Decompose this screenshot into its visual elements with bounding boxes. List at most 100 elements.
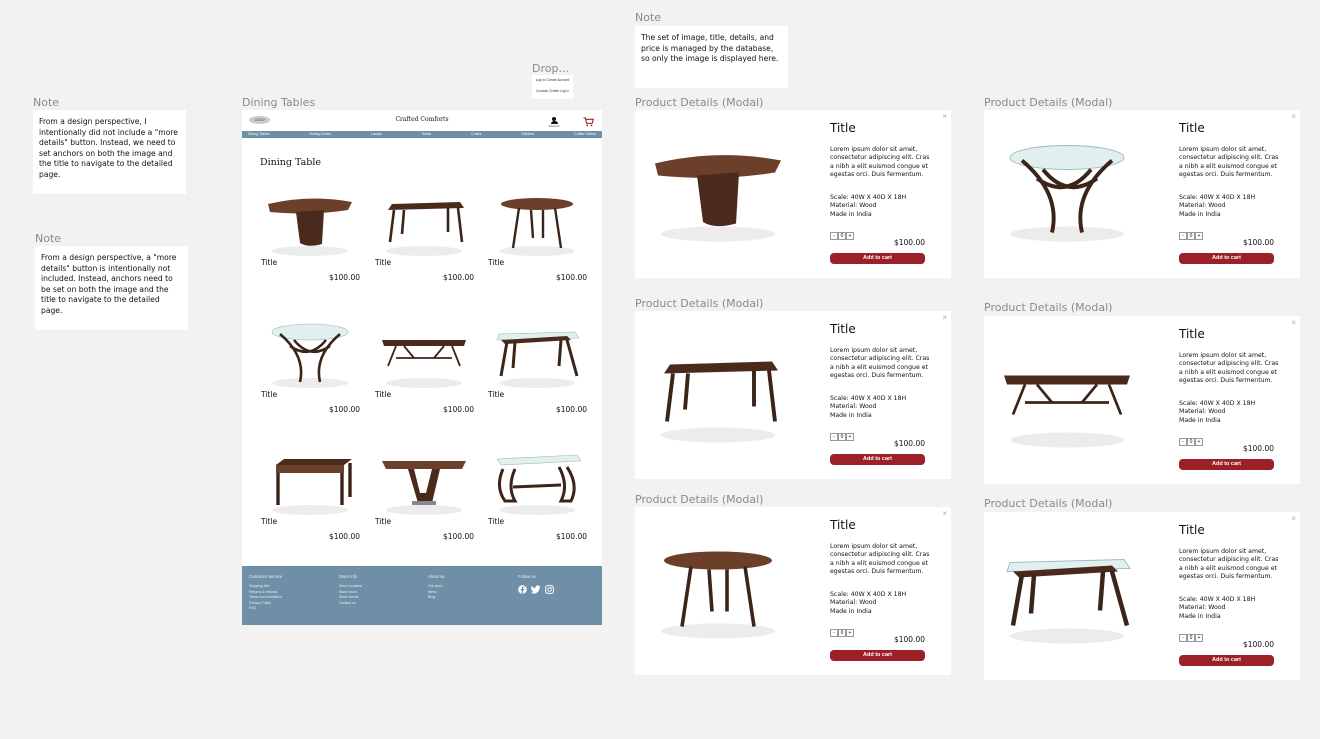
account-button[interactable]: Account — [547, 117, 561, 128]
glass-angled-table-image[interactable] — [992, 524, 1142, 664]
add-to-cart-button[interactable]: Add to cart — [1179, 459, 1274, 470]
close-icon[interactable]: × — [1291, 112, 1296, 121]
v-base-table-image[interactable] — [374, 447, 474, 517]
nav-item[interactable]: Chairs — [471, 131, 481, 138]
close-icon[interactable]: × — [942, 509, 947, 518]
product-image[interactable] — [374, 188, 474, 258]
close-icon[interactable]: × — [942, 313, 947, 322]
quantity-value[interactable]: 0 — [1187, 232, 1195, 240]
decrement-button[interactable]: - — [830, 433, 838, 441]
product-title[interactable]: Title — [261, 390, 277, 399]
rect-table-image[interactable] — [374, 188, 474, 258]
pedestal-table-image[interactable] — [643, 122, 793, 262]
spec-material: Material: Wood — [1179, 202, 1226, 210]
rect-table-image[interactable] — [643, 323, 793, 463]
nav-item[interactable]: Lamps — [371, 131, 382, 138]
twitter-icon[interactable] — [531, 585, 541, 594]
add-to-cart-button[interactable]: Add to cart — [1179, 253, 1274, 264]
quantity-value[interactable]: 0 — [838, 433, 846, 441]
footer-link[interactable]: Our story — [428, 584, 445, 590]
product-title[interactable]: Title — [488, 517, 504, 526]
increment-button[interactable]: + — [846, 629, 854, 637]
quantity-value[interactable]: 0 — [1187, 634, 1195, 642]
increment-button[interactable]: + — [846, 232, 854, 240]
modal-image — [643, 323, 793, 463]
close-icon[interactable]: × — [1291, 318, 1296, 327]
modal-specs: Scale: 40W X 40D X 18H Material: Wood Ma… — [1179, 596, 1255, 621]
increment-button[interactable]: + — [1195, 634, 1203, 642]
decrement-button[interactable]: - — [1179, 438, 1187, 446]
quantity-value[interactable]: 0 — [838, 232, 846, 240]
decrement-button[interactable]: - — [830, 232, 838, 240]
quantity-stepper: - 0 + — [830, 433, 854, 441]
spec-scale: Scale: 40W X 40D X 18H — [830, 194, 907, 201]
product-title[interactable]: Title — [488, 390, 504, 399]
glass-round-table-image[interactable] — [260, 320, 360, 390]
product-image[interactable] — [374, 320, 474, 390]
dropdown-item[interactable]: Contact/ Create Log In — [532, 86, 573, 97]
modal-label: Product Details (Modal) — [984, 96, 1113, 109]
facebook-icon[interactable] — [518, 585, 527, 594]
product-title[interactable]: Title — [261, 517, 277, 526]
cart-icon[interactable] — [583, 117, 594, 127]
footer-link[interactable]: Store locations — [339, 584, 362, 590]
product-image[interactable] — [487, 447, 587, 517]
product-modal: × Title Lorem ipsum dolor sit amet, cons… — [635, 110, 951, 278]
nav-item[interactable]: Coffee Tables — [574, 131, 596, 138]
pedestal-table-image[interactable] — [260, 188, 360, 258]
increment-button[interactable]: + — [1195, 438, 1203, 446]
block-table-image[interactable] — [260, 447, 360, 517]
increment-button[interactable]: + — [1195, 232, 1203, 240]
decrement-button[interactable]: - — [1179, 232, 1187, 240]
product-image[interactable] — [260, 188, 360, 258]
long-table-image[interactable] — [374, 320, 474, 390]
product-card: Title $100.00 — [487, 447, 587, 557]
increment-button[interactable]: + — [846, 433, 854, 441]
footer-heading: Store Info — [339, 574, 358, 579]
add-to-cart-button[interactable]: Add to cart — [830, 253, 925, 264]
dropdown-item[interactable]: Log In/ Create Account — [532, 75, 573, 86]
add-to-cart-button[interactable]: Add to cart — [830, 454, 925, 465]
footer-link[interactable]: Blog — [428, 595, 445, 601]
product-image[interactable] — [374, 447, 474, 517]
product-image[interactable] — [260, 320, 360, 390]
long-table-image[interactable] — [992, 328, 1142, 468]
close-icon[interactable]: × — [942, 112, 947, 121]
footer-link[interactable]: Contact us — [339, 601, 362, 607]
modal-price: $100.00 — [1242, 444, 1274, 453]
product-modal: × Title Lorem ipsum dolor sit amet, cons… — [984, 110, 1300, 278]
nav-item[interactable]: Shelves — [521, 131, 534, 138]
footer-link[interactable]: Terms and conditions — [249, 595, 282, 601]
round-table-image[interactable] — [487, 188, 587, 258]
spec-origin: Made in India — [1179, 210, 1221, 218]
close-icon[interactable]: × — [1291, 514, 1296, 523]
add-to-cart-button[interactable]: Add to cart — [830, 650, 925, 661]
quantity-value[interactable]: 0 — [838, 629, 846, 637]
product-title[interactable]: Title — [375, 390, 391, 399]
glass-round-table-image[interactable] — [992, 122, 1142, 262]
footer-link[interactable]: FAQ — [249, 606, 282, 612]
decrement-button[interactable]: - — [830, 629, 838, 637]
nav-item[interactable]: Sofas — [422, 131, 431, 138]
product-title[interactable]: Title — [261, 258, 277, 267]
product-card: Title $100.00 — [374, 188, 474, 298]
curved-glass-table-image[interactable] — [487, 447, 587, 517]
product-title[interactable]: Title — [375, 517, 391, 526]
product-price: $100.00 — [555, 405, 587, 414]
instagram-icon[interactable] — [545, 585, 554, 594]
decrement-button[interactable]: - — [1179, 634, 1187, 642]
product-image[interactable] — [487, 188, 587, 258]
add-to-cart-button[interactable]: Add to cart — [1179, 655, 1274, 666]
product-image[interactable] — [260, 447, 360, 517]
glass-angled-table-image[interactable] — [487, 320, 587, 390]
modal-image — [643, 122, 793, 262]
round-table-image[interactable] — [643, 519, 793, 659]
product-title[interactable]: Title — [375, 258, 391, 267]
nav-item[interactable]: Dining Chairs — [309, 131, 331, 138]
product-title[interactable]: Title — [488, 258, 504, 267]
quantity-value[interactable]: 0 — [1187, 438, 1195, 446]
nav-item[interactable]: Dining Tables — [248, 131, 270, 138]
spec-scale: Scale: 40W X 40D X 18H — [1179, 194, 1256, 201]
product-image[interactable] — [487, 320, 587, 390]
footer-heading: Customer Service — [249, 574, 283, 579]
